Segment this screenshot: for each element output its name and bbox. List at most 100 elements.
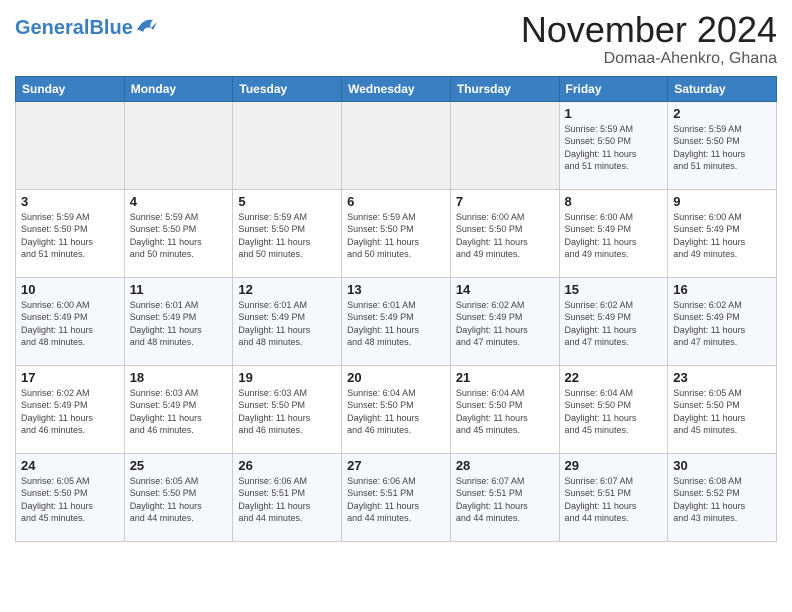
page: GeneralBlue November 2024 Domaa-Ahenkro,… <box>0 0 792 557</box>
calendar-cell: 8 Sunrise: 6:00 AM Sunset: 5:49 PM Daylig… <box>559 189 668 277</box>
day-number: 14 <box>456 282 554 297</box>
logo-bird-icon <box>135 16 157 36</box>
day-info: Sunrise: 6:05 AM Sunset: 5:50 PM Dayligh… <box>21 475 119 525</box>
day-info: Sunrise: 6:00 AM Sunset: 5:50 PM Dayligh… <box>456 211 554 261</box>
logo-text: GeneralBlue <box>15 18 133 38</box>
day-info: Sunrise: 5:59 AM Sunset: 5:50 PM Dayligh… <box>130 211 228 261</box>
month-title: November 2024 <box>521 10 777 50</box>
day-number: 25 <box>130 458 228 473</box>
calendar-week-1: 1 Sunrise: 5:59 AM Sunset: 5:50 PM Daylig… <box>16 101 777 189</box>
day-info: Sunrise: 6:06 AM Sunset: 5:51 PM Dayligh… <box>347 475 445 525</box>
day-info: Sunrise: 6:02 AM Sunset: 5:49 PM Dayligh… <box>673 299 771 349</box>
calendar-cell: 25 Sunrise: 6:05 AM Sunset: 5:50 PM Dayli… <box>124 453 233 541</box>
calendar-cell: 3 Sunrise: 5:59 AM Sunset: 5:50 PM Daylig… <box>16 189 125 277</box>
day-number: 26 <box>238 458 336 473</box>
day-number: 16 <box>673 282 771 297</box>
day-number: 15 <box>565 282 663 297</box>
weekday-header-thursday: Thursday <box>450 76 559 101</box>
day-number: 20 <box>347 370 445 385</box>
day-number: 4 <box>130 194 228 209</box>
day-info: Sunrise: 6:02 AM Sunset: 5:49 PM Dayligh… <box>21 387 119 437</box>
location: Domaa-Ahenkro, Ghana <box>521 50 777 68</box>
calendar-cell: 30Sunrise: 6:08 AM Sunset: 5:52 PM Dayli… <box>668 453 777 541</box>
day-info: Sunrise: 6:01 AM Sunset: 5:49 PM Dayligh… <box>347 299 445 349</box>
day-number: 7 <box>456 194 554 209</box>
calendar-cell: 21Sunrise: 6:04 AM Sunset: 5:50 PM Dayli… <box>450 365 559 453</box>
calendar-cell: 7 Sunrise: 6:00 AM Sunset: 5:50 PM Daylig… <box>450 189 559 277</box>
day-info: Sunrise: 6:00 AM Sunset: 5:49 PM Dayligh… <box>21 299 119 349</box>
calendar-cell: 4 Sunrise: 5:59 AM Sunset: 5:50 PM Daylig… <box>124 189 233 277</box>
weekday-header-monday: Monday <box>124 76 233 101</box>
day-info: Sunrise: 5:59 AM Sunset: 5:50 PM Dayligh… <box>565 123 663 173</box>
day-number: 22 <box>565 370 663 385</box>
day-info: Sunrise: 6:04 AM Sunset: 5:50 PM Dayligh… <box>456 387 554 437</box>
calendar-cell: 6 Sunrise: 5:59 AM Sunset: 5:50 PM Daylig… <box>342 189 451 277</box>
day-info: Sunrise: 6:05 AM Sunset: 5:50 PM Dayligh… <box>673 387 771 437</box>
calendar-table: SundayMondayTuesdayWednesdayThursdayFrid… <box>15 76 777 542</box>
header: GeneralBlue November 2024 Domaa-Ahenkro,… <box>15 10 777 68</box>
calendar-cell <box>124 101 233 189</box>
day-info: Sunrise: 6:05 AM Sunset: 5:50 PM Dayligh… <box>130 475 228 525</box>
day-number: 28 <box>456 458 554 473</box>
day-number: 18 <box>130 370 228 385</box>
day-info: Sunrise: 6:01 AM Sunset: 5:49 PM Dayligh… <box>238 299 336 349</box>
calendar-header-row: SundayMondayTuesdayWednesdayThursdayFrid… <box>16 76 777 101</box>
day-info: Sunrise: 6:07 AM Sunset: 5:51 PM Dayligh… <box>456 475 554 525</box>
calendar-cell: 9 Sunrise: 6:00 AM Sunset: 5:49 PM Daylig… <box>668 189 777 277</box>
day-info: Sunrise: 6:02 AM Sunset: 5:49 PM Dayligh… <box>565 299 663 349</box>
day-info: Sunrise: 6:06 AM Sunset: 5:51 PM Dayligh… <box>238 475 336 525</box>
logo-blue: Blue <box>89 17 132 39</box>
day-number: 5 <box>238 194 336 209</box>
day-info: Sunrise: 6:04 AM Sunset: 5:50 PM Dayligh… <box>565 387 663 437</box>
calendar-cell: 20 Sunrise: 6:04 AM Sunset: 5:50 PM Dayli… <box>342 365 451 453</box>
calendar-cell: 11 Sunrise: 6:01 AM Sunset: 5:49 PM Dayli… <box>124 277 233 365</box>
day-number: 12 <box>238 282 336 297</box>
calendar-cell: 16 Sunrise: 6:02 AM Sunset: 5:49 PM Dayli… <box>668 277 777 365</box>
calendar-cell: 2Sunrise: 5:59 AM Sunset: 5:50 PM Daylig… <box>668 101 777 189</box>
title-area: November 2024 Domaa-Ahenkro, Ghana <box>521 10 777 68</box>
weekday-header-friday: Friday <box>559 76 668 101</box>
weekday-header-tuesday: Tuesday <box>233 76 342 101</box>
day-info: Sunrise: 5:59 AM Sunset: 5:50 PM Dayligh… <box>21 211 119 261</box>
day-info: Sunrise: 6:03 AM Sunset: 5:50 PM Dayligh… <box>238 387 336 437</box>
calendar-cell: 26 Sunrise: 6:06 AM Sunset: 5:51 PM Dayli… <box>233 453 342 541</box>
day-number: 8 <box>565 194 663 209</box>
day-number: 19 <box>238 370 336 385</box>
calendar-week-4: 17 Sunrise: 6:02 AM Sunset: 5:49 PM Dayli… <box>16 365 777 453</box>
day-info: Sunrise: 6:00 AM Sunset: 5:49 PM Dayligh… <box>565 211 663 261</box>
calendar-cell <box>233 101 342 189</box>
day-info: Sunrise: 6:02 AM Sunset: 5:49 PM Dayligh… <box>456 299 554 349</box>
calendar-cell: 15 Sunrise: 6:02 AM Sunset: 5:49 PM Dayli… <box>559 277 668 365</box>
logo: GeneralBlue <box>15 10 157 38</box>
day-info: Sunrise: 6:04 AM Sunset: 5:50 PM Dayligh… <box>347 387 445 437</box>
calendar-cell: 19 Sunrise: 6:03 AM Sunset: 5:50 PM Dayli… <box>233 365 342 453</box>
calendar-week-3: 10Sunrise: 6:00 AM Sunset: 5:49 PM Dayli… <box>16 277 777 365</box>
day-number: 17 <box>21 370 119 385</box>
calendar-cell <box>342 101 451 189</box>
calendar-cell: 29Sunrise: 6:07 AM Sunset: 5:51 PM Dayli… <box>559 453 668 541</box>
calendar-cell: 24 Sunrise: 6:05 AM Sunset: 5:50 PM Dayli… <box>16 453 125 541</box>
day-info: Sunrise: 6:03 AM Sunset: 5:49 PM Dayligh… <box>130 387 228 437</box>
day-number: 23 <box>673 370 771 385</box>
calendar-cell: 1 Sunrise: 5:59 AM Sunset: 5:50 PM Daylig… <box>559 101 668 189</box>
weekday-header-wednesday: Wednesday <box>342 76 451 101</box>
day-number: 9 <box>673 194 771 209</box>
day-number: 6 <box>347 194 445 209</box>
calendar-cell <box>450 101 559 189</box>
day-number: 11 <box>130 282 228 297</box>
day-number: 24 <box>21 458 119 473</box>
day-info: Sunrise: 6:00 AM Sunset: 5:49 PM Dayligh… <box>673 211 771 261</box>
day-number: 2 <box>673 106 771 121</box>
weekday-header-sunday: Sunday <box>16 76 125 101</box>
day-info: Sunrise: 5:59 AM Sunset: 5:50 PM Dayligh… <box>347 211 445 261</box>
day-number: 3 <box>21 194 119 209</box>
calendar-cell: 22 Sunrise: 6:04 AM Sunset: 5:50 PM Dayli… <box>559 365 668 453</box>
calendar-cell: 14 Sunrise: 6:02 AM Sunset: 5:49 PM Dayli… <box>450 277 559 365</box>
calendar-week-2: 3 Sunrise: 5:59 AM Sunset: 5:50 PM Daylig… <box>16 189 777 277</box>
day-info: Sunrise: 6:08 AM Sunset: 5:52 PM Dayligh… <box>673 475 771 525</box>
calendar-cell: 10Sunrise: 6:00 AM Sunset: 5:49 PM Dayli… <box>16 277 125 365</box>
day-info: Sunrise: 6:01 AM Sunset: 5:49 PM Dayligh… <box>130 299 228 349</box>
calendar-cell: 27Sunrise: 6:06 AM Sunset: 5:51 PM Dayli… <box>342 453 451 541</box>
day-number: 1 <box>565 106 663 121</box>
day-number: 29 <box>565 458 663 473</box>
